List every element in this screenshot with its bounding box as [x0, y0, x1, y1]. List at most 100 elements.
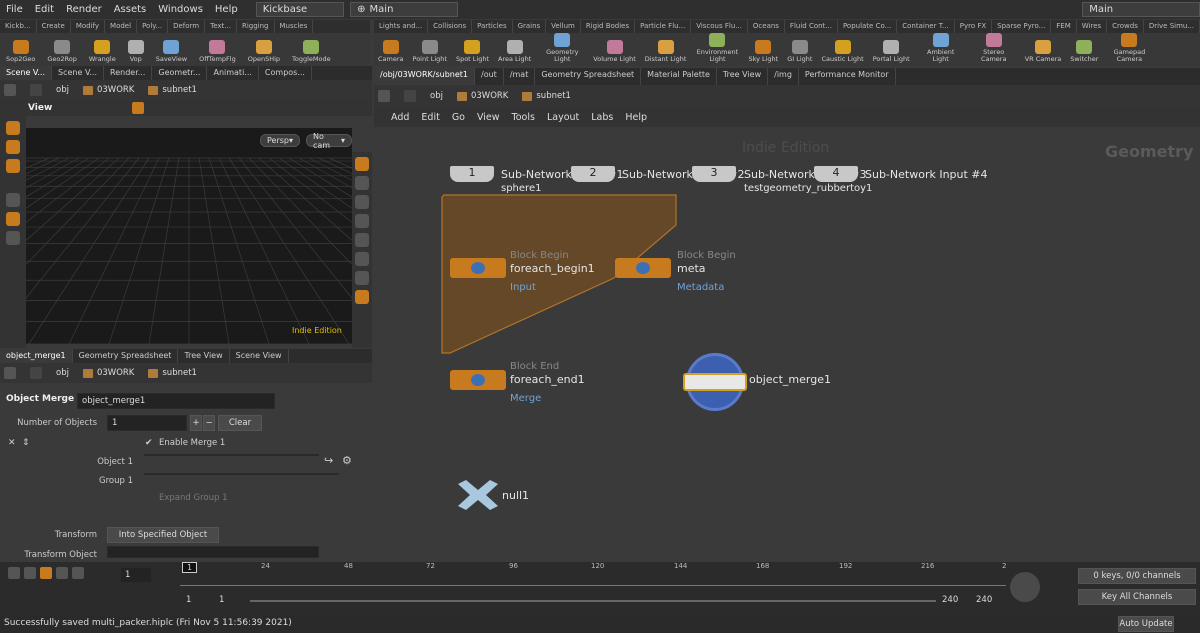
- tab-12[interactable]: Pyro FX: [955, 20, 993, 33]
- tab-0[interactable]: /obj/03WORK/subnet1: [374, 68, 476, 85]
- tab-1[interactable]: Geometry Spreadsheet: [73, 349, 179, 363]
- menu-windows[interactable]: Windows: [152, 4, 209, 15]
- tab-16[interactable]: Crowds: [1107, 20, 1144, 33]
- node-chooser-icon[interactable]: ⚙: [342, 454, 352, 467]
- network-menu-1[interactable]: Edit: [421, 112, 439, 123]
- tab-1[interactable]: Collisions: [428, 20, 473, 33]
- lock-icon[interactable]: [355, 195, 369, 209]
- tab-7[interactable]: Rigging: [237, 20, 275, 33]
- shelf-tool-2[interactable]: Spot Light: [456, 40, 489, 63]
- tab-1[interactable]: Scene V...: [52, 66, 105, 80]
- shelf-tool-5[interactable]: OffTempFlg: [199, 40, 236, 63]
- crumb-subnet1[interactable]: subnet1: [148, 85, 197, 95]
- crumb-obj[interactable]: obj: [430, 91, 443, 101]
- jump-icon[interactable]: ↪: [324, 454, 333, 467]
- crumb-subnet1[interactable]: subnet1: [522, 91, 571, 101]
- expand-group-label[interactable]: Expand Group 1: [159, 493, 227, 503]
- menu-assets[interactable]: Assets: [108, 4, 153, 15]
- object1-field[interactable]: [144, 454, 319, 456]
- subnet-input-2[interactable]: 2: [571, 166, 615, 182]
- network-menu-5[interactable]: Layout: [547, 112, 579, 123]
- frame-ruler[interactable]: [180, 570, 1006, 586]
- tab-8[interactable]: Oceans: [748, 20, 785, 33]
- playhead[interactable]: 1: [182, 562, 198, 573]
- shelf-tool-8[interactable]: Sky Light: [748, 40, 778, 63]
- range-start-field[interactable]: 1: [182, 593, 212, 607]
- menu-help[interactable]: Help: [209, 4, 244, 15]
- network-canvas[interactable]: Indie Edition Geometry 1 Sub-Network Inp…: [374, 127, 1200, 559]
- tab-7[interactable]: Performance Monitor: [799, 68, 896, 85]
- play-reverse-icon[interactable]: [24, 567, 36, 579]
- tab-6[interactable]: /img: [768, 68, 799, 85]
- menu-render[interactable]: Render: [60, 4, 108, 15]
- shelf-tool-4[interactable]: Geometry Light: [540, 33, 584, 63]
- light-icon[interactable]: [355, 233, 369, 247]
- tab-2[interactable]: /mat: [504, 68, 536, 85]
- tab-17[interactable]: Drive Simu...: [1144, 20, 1200, 33]
- forward-arrow-icon[interactable]: [30, 84, 42, 96]
- range-end-field[interactable]: 240: [938, 593, 970, 607]
- range-slider[interactable]: [250, 600, 936, 602]
- tab-13[interactable]: Sparse Pyro...: [992, 20, 1052, 33]
- perspective-menu[interactable]: Persp ▾: [260, 134, 301, 147]
- shelf-tool-14[interactable]: VR Camera: [1025, 40, 1061, 63]
- grid-icon[interactable]: [355, 271, 369, 285]
- tab-10[interactable]: Populate Co...: [838, 20, 898, 33]
- network-menu-7[interactable]: Help: [625, 112, 647, 123]
- shelf-tool-11[interactable]: Portal Light: [873, 40, 910, 63]
- remove-object-button[interactable]: −: [203, 415, 215, 431]
- jump-start-icon[interactable]: [8, 567, 20, 579]
- play-icon[interactable]: [56, 567, 68, 579]
- tab-1[interactable]: Create: [37, 20, 71, 33]
- network-menu-4[interactable]: Tools: [512, 112, 535, 123]
- right-desktop-select[interactable]: Main: [1082, 2, 1200, 17]
- subnet-input-4[interactable]: 4: [814, 166, 858, 182]
- shelf-tool-2[interactable]: Wrangle: [89, 40, 116, 63]
- shelf-tool-7[interactable]: ToggleMode: [292, 40, 331, 63]
- context-select[interactable]: ⊕ Main: [350, 2, 459, 17]
- tab-2[interactable]: Particles: [472, 20, 513, 33]
- tab-3[interactable]: Geometr...: [152, 66, 208, 80]
- tab-1[interactable]: /out: [475, 68, 504, 85]
- bulb-icon[interactable]: [355, 252, 369, 266]
- back-arrow-icon[interactable]: [4, 367, 16, 379]
- tab-5[interactable]: Deform: [168, 20, 206, 33]
- back-arrow-icon[interactable]: [4, 84, 16, 96]
- remove-icon[interactable]: ✕: [8, 438, 16, 448]
- range-end2-field[interactable]: 240: [972, 593, 1002, 607]
- shelf-tool-15[interactable]: Switcher: [1070, 40, 1098, 63]
- foreach-end-node[interactable]: [450, 370, 506, 390]
- transform-select[interactable]: Into Specified Object: [107, 527, 219, 543]
- tab-4[interactable]: Animati...: [207, 66, 259, 80]
- tab-6[interactable]: Text...: [205, 20, 237, 33]
- tab-4[interactable]: Material Palette: [641, 68, 717, 85]
- tab-5[interactable]: Compos...: [259, 66, 312, 80]
- object-merge-node[interactable]: [683, 353, 747, 411]
- select-tool-icon[interactable]: [6, 121, 20, 135]
- forward-arrow-icon[interactable]: [404, 90, 416, 102]
- shelf-tool-13[interactable]: Stereo Camera: [972, 33, 1016, 63]
- shelf-tool-6[interactable]: OpenSHip: [248, 40, 280, 63]
- clear-button[interactable]: Clear: [218, 415, 262, 431]
- reorder-icon[interactable]: ⇕: [22, 438, 30, 448]
- range-start2-field[interactable]: 1: [215, 593, 245, 607]
- crumb-03work[interactable]: 03WORK: [82, 368, 134, 378]
- lock-tool-icon[interactable]: [6, 212, 20, 226]
- shelf-tool-1[interactable]: Point Light: [413, 40, 447, 63]
- pose-tool-icon[interactable]: [6, 193, 20, 207]
- crumb-obj[interactable]: obj: [56, 85, 69, 95]
- network-menu-2[interactable]: Go: [452, 112, 465, 123]
- tab-15[interactable]: Wires: [1077, 20, 1108, 33]
- shelf-tool-1[interactable]: Geo2Rop: [47, 40, 77, 63]
- meta-node[interactable]: [615, 258, 671, 278]
- tab-3[interactable]: Grains: [513, 20, 547, 33]
- tab-7[interactable]: Viscous Flu...: [691, 20, 748, 33]
- camera-menu[interactable]: No cam ▾: [306, 132, 352, 150]
- tab-4[interactable]: Vellum: [546, 20, 581, 33]
- shelf-tool-16[interactable]: Gamepad Camera: [1107, 33, 1151, 63]
- subnet-input-3[interactable]: 3: [692, 166, 736, 182]
- shelf-tool-0[interactable]: Camera: [378, 40, 404, 63]
- tab-5[interactable]: Rigid Bodies: [581, 20, 636, 33]
- tab-2[interactable]: Render...: [104, 66, 153, 80]
- subnet-input-1[interactable]: 1: [450, 166, 494, 182]
